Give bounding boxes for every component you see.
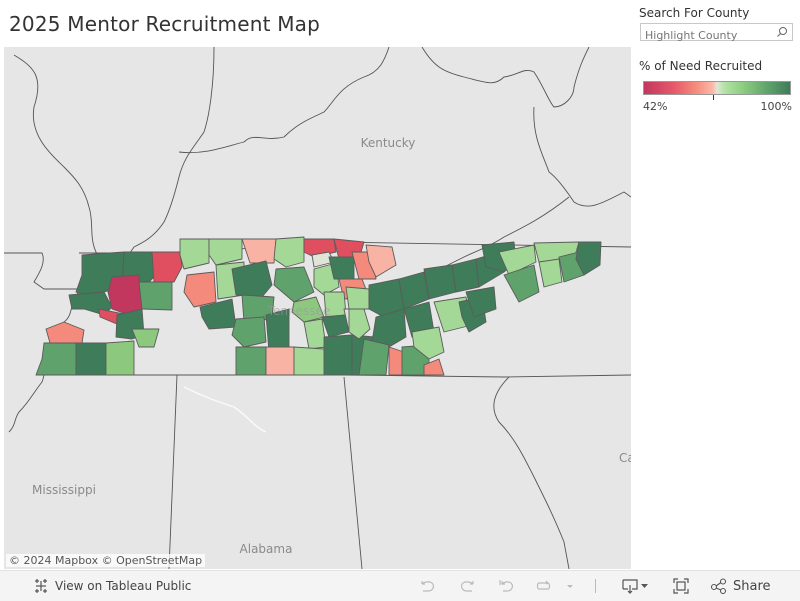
legend-title: % of Need Recruited xyxy=(639,59,763,73)
county-region[interactable] xyxy=(323,334,355,376)
label-carolina: Ca xyxy=(619,451,631,465)
map-attribution[interactable]: © 2024 Mapbox © OpenStreetMap xyxy=(6,554,206,567)
refresh-icon xyxy=(536,580,551,590)
search-icon[interactable] xyxy=(776,26,788,38)
toolbar: View on Tableau Public Share xyxy=(0,570,800,601)
county-region[interactable] xyxy=(138,281,173,311)
view-on-tableau-public-button[interactable]: View on Tableau Public xyxy=(33,578,191,594)
revert-icon xyxy=(499,580,513,592)
redo-button[interactable] xyxy=(458,578,476,594)
label-alabama: Alabama xyxy=(240,542,293,556)
search-input[interactable] xyxy=(641,27,770,44)
share-icon xyxy=(710,578,727,594)
refresh-button[interactable] xyxy=(535,578,553,594)
undo-icon xyxy=(421,581,434,592)
legend-min-label: 42% xyxy=(643,100,668,113)
label-tennessee: Tennessee xyxy=(267,304,331,318)
county-region[interactable] xyxy=(105,340,135,376)
legend-max-label: 100% xyxy=(760,100,792,113)
fullscreen-button[interactable] xyxy=(672,578,690,594)
county-region[interactable] xyxy=(75,342,107,376)
county-region[interactable] xyxy=(179,238,210,270)
search-label: Search For County xyxy=(639,6,750,20)
caret-down-icon xyxy=(567,585,573,588)
map-canvas[interactable]: Kentucky Tennessee Mississippi Alabama C… xyxy=(4,47,631,569)
undo-button[interactable] xyxy=(419,578,437,594)
county-region[interactable] xyxy=(358,338,390,376)
page-title: 2025 Mentor Recruitment Map xyxy=(9,12,321,36)
county-region[interactable] xyxy=(265,346,295,376)
color-legend-bar xyxy=(643,81,791,95)
county-region[interactable] xyxy=(235,346,267,376)
download-button[interactable] xyxy=(620,578,650,594)
share-button[interactable]: Share xyxy=(710,578,771,594)
toolbar-divider xyxy=(595,578,596,594)
map-view[interactable]: Kentucky Tennessee Mississippi Alabama C… xyxy=(4,47,631,569)
redo-icon xyxy=(461,581,474,592)
county-region[interactable] xyxy=(107,274,143,316)
download-icon xyxy=(622,579,648,594)
share-label: Share xyxy=(733,578,771,594)
label-mississippi: Mississippi xyxy=(32,483,96,497)
county-region[interactable] xyxy=(293,346,327,376)
refresh-dropdown-button[interactable] xyxy=(565,578,575,594)
county-region[interactable] xyxy=(345,286,370,310)
view-on-tableau-public-label: View on Tableau Public xyxy=(55,579,192,593)
fullscreen-icon xyxy=(673,578,689,594)
revert-button[interactable] xyxy=(498,578,516,594)
label-kentucky: Kentucky xyxy=(361,136,416,150)
side-panel: Search For County % of Need Recruited 42… xyxy=(639,0,800,570)
search-field[interactable] xyxy=(640,23,793,44)
legend-midpoint-tick xyxy=(713,95,714,100)
tableau-logo-icon xyxy=(35,579,47,593)
county-region[interactable] xyxy=(273,236,305,268)
county-region[interactable] xyxy=(451,258,480,293)
